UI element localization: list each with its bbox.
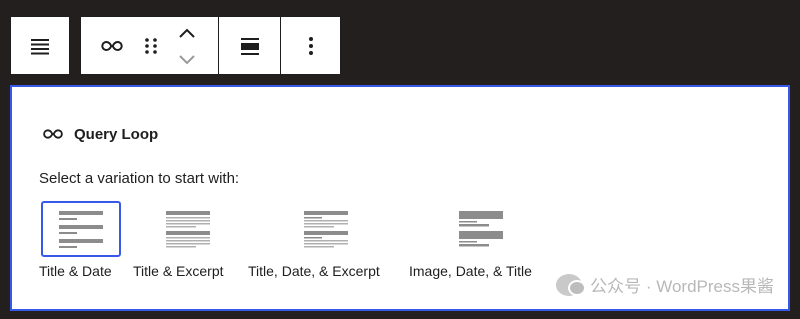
placeholder-title: Query Loop — [42, 123, 158, 145]
watermark: 公众号 · WordPress果酱 — [556, 272, 774, 297]
block-type-button[interactable] — [89, 17, 135, 74]
move-down-icon — [179, 55, 195, 65]
variation-title-excerpt[interactable]: Title & Excerpt — [133, 201, 228, 279]
move-up-icon — [179, 28, 195, 38]
drag-handle-icon — [145, 37, 157, 54]
title-date-pattern-icon — [59, 211, 103, 248]
loop-icon — [101, 40, 123, 51]
variation-title-date[interactable]: Title & Date — [39, 201, 121, 279]
variation-image-date-title[interactable]: Image, Date, & Title — [409, 201, 532, 279]
variation-label: Image, Date, & Title — [409, 263, 532, 279]
block-width-icon — [240, 37, 259, 55]
variation-label: Title, Date, & Excerpt — [248, 263, 380, 279]
variation-preview[interactable] — [148, 201, 228, 257]
move-down-button[interactable] — [171, 47, 203, 71]
more-options-button[interactable] — [281, 17, 341, 74]
title-date-excerpt-pattern-icon — [304, 211, 348, 248]
drag-button[interactable] — [135, 17, 167, 74]
image-date-title-pattern-icon — [459, 211, 503, 247]
block-toolbar — [80, 16, 341, 75]
variation-label: Title & Date — [39, 263, 112, 279]
move-up-button[interactable] — [171, 19, 203, 47]
watermark-text: 公众号 · WordPress果酱 — [590, 277, 774, 296]
title-excerpt-pattern-icon — [166, 211, 210, 248]
wechat-logo-icon — [556, 273, 587, 296]
loop-icon — [43, 129, 63, 139]
variation-preview[interactable] — [41, 201, 121, 257]
variation-preview[interactable] — [441, 201, 521, 257]
variation-title-date-excerpt[interactable]: Title, Date, & Excerpt — [248, 201, 380, 279]
block-width-button[interactable] — [219, 17, 280, 74]
align-justify-icon — [31, 38, 49, 54]
query-loop-placeholder: Query Loop Select a variation to start w… — [10, 85, 790, 311]
variation-label: Title & Excerpt — [133, 263, 224, 279]
placeholder-instruction: Select a variation to start with: — [39, 170, 240, 187]
variation-preview[interactable] — [286, 201, 366, 257]
placeholder-title-text: Query Loop — [74, 125, 159, 143]
align-button[interactable] — [11, 17, 69, 74]
more-options-icon — [309, 36, 313, 55]
block-align-toolbar — [10, 16, 70, 75]
